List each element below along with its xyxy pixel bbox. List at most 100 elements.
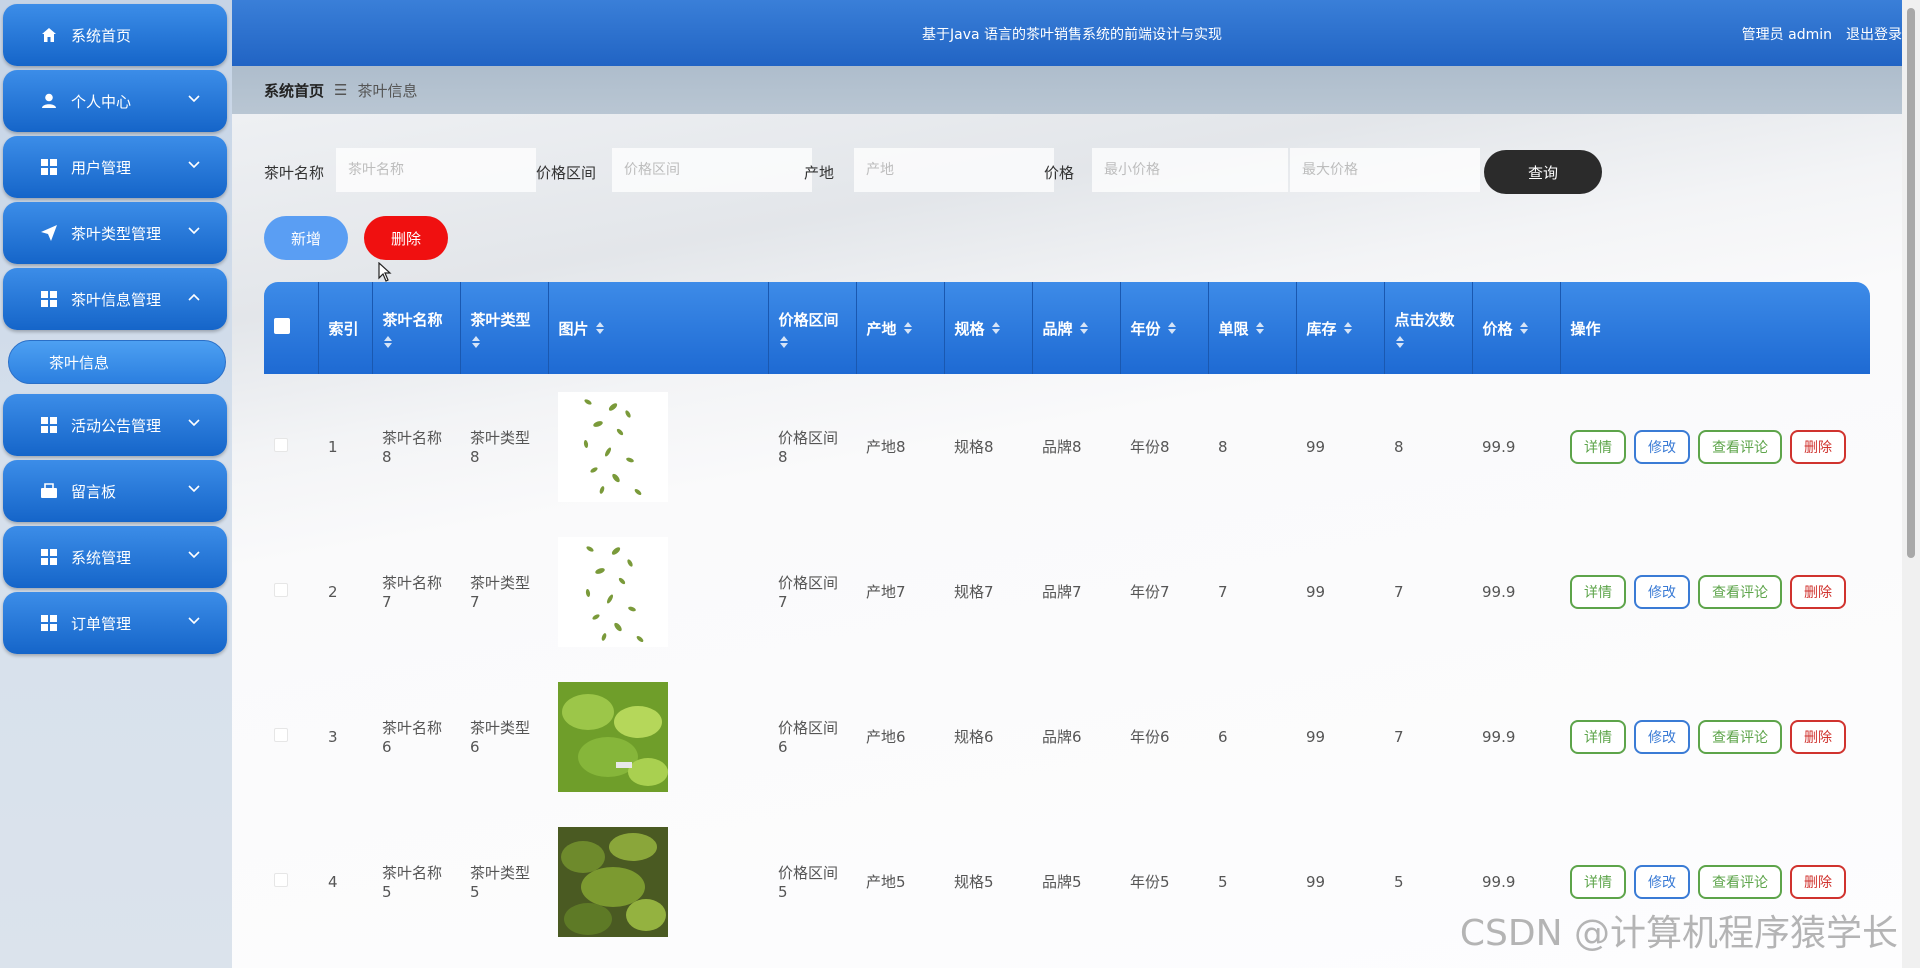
cell-range: 价格区间8 (778, 429, 839, 466)
row-checkbox[interactable] (274, 437, 288, 452)
sort-icon[interactable] (1343, 322, 1353, 334)
view-reviews-button[interactable]: 查看评论 (1698, 574, 1782, 609)
cell-year: 年份6 (1130, 728, 1170, 746)
query-button[interactable]: 查询 (1484, 150, 1602, 194)
tea-leaves-image (558, 391, 668, 502)
max-price-input[interactable] (1290, 148, 1480, 192)
sort-icon[interactable] (1395, 335, 1405, 348)
edit-button[interactable]: 修改 (1634, 574, 1690, 609)
scrollbar-thumb[interactable] (1907, 8, 1915, 558)
grid-icon (39, 613, 59, 633)
sort-icon[interactable] (1255, 322, 1265, 334)
col-name[interactable]: 茶叶名称 (372, 282, 461, 374)
cell-range: 价格区间5 (778, 864, 839, 901)
col-label: 图片 (558, 319, 589, 338)
menu-item-profile[interactable]: 个人中心 (3, 70, 227, 132)
tea-name-input[interactable] (336, 148, 536, 192)
breadcrumb-home[interactable]: 系统首页 (264, 80, 324, 101)
cell-name: 茶叶名称6 (382, 719, 443, 756)
select-all-checkbox[interactable] (274, 318, 290, 334)
page-scrollbar[interactable] (1902, 0, 1920, 968)
cell-price: 99.9 (1482, 437, 1516, 456)
col-image[interactable]: 图片 (548, 282, 769, 374)
price-label: 价格 (1044, 164, 1075, 182)
menu-item-home[interactable]: 系统首页 (3, 4, 227, 66)
col-price[interactable]: 价格 (1472, 282, 1561, 374)
detail-button[interactable]: 详情 (1570, 574, 1626, 609)
grid-icon (39, 547, 59, 567)
delete-button[interactable]: 删除 (1790, 864, 1846, 899)
sort-icon[interactable] (1167, 322, 1177, 334)
delete-button[interactable]: 删除 (1790, 574, 1846, 609)
col-clicks[interactable]: 点击次数 (1384, 282, 1473, 374)
min-price-input[interactable] (1092, 148, 1288, 192)
menu-item-system[interactable]: 系统管理 (3, 526, 227, 588)
sort-icon[interactable] (383, 335, 393, 348)
delete-button[interactable]: 删除 (1790, 719, 1846, 754)
col-range[interactable]: 价格区间 (768, 282, 857, 374)
sort-icon[interactable] (1519, 322, 1529, 334)
origin-input[interactable] (854, 148, 1054, 192)
detail-button[interactable]: 详情 (1570, 429, 1626, 464)
col-label: 点击次数 (1394, 310, 1455, 329)
sort-icon[interactable] (991, 322, 1001, 334)
view-reviews-button[interactable]: 查看评论 (1698, 719, 1782, 754)
row-select-cell (264, 664, 318, 809)
cell-year: 年份8 (1130, 438, 1170, 456)
col-brand[interactable]: 品牌 (1032, 282, 1121, 374)
edit-button[interactable]: 修改 (1634, 429, 1690, 464)
cell-stock: 99 (1306, 437, 1326, 456)
cell-index: 4 (328, 872, 338, 891)
detail-button[interactable]: 详情 (1570, 864, 1626, 899)
cell-ops: 详情 修改 查看评论 删除 (1560, 664, 1870, 809)
col-label: 品牌 (1042, 319, 1073, 338)
cell-type: 茶叶类型5 (470, 864, 531, 901)
col-spec[interactable]: 规格 (944, 282, 1033, 374)
sort-icon[interactable] (1079, 322, 1089, 334)
menu-item-tea-type[interactable]: 茶叶类型管理 (3, 202, 227, 264)
breadcrumb-separator: ☰ (334, 81, 348, 99)
col-limit[interactable]: 单限 (1208, 282, 1297, 374)
col-label: 单限 (1218, 319, 1249, 338)
menu-item-orders[interactable]: 订单管理 (3, 592, 227, 654)
price-range-input[interactable] (612, 148, 812, 192)
menu-item-users[interactable]: 用户管理 (3, 136, 227, 198)
sort-icon[interactable] (471, 335, 481, 348)
watermark: CSDN @计算机程序猿学长 (1459, 913, 1898, 954)
col-index: 索引 (318, 282, 373, 374)
row-checkbox[interactable] (274, 582, 288, 597)
submenu-item-tea-info[interactable]: 茶叶信息 (8, 340, 226, 384)
top-header: 基于Java 语言的茶叶销售系统的前端设计与实现 管理员 admin 退出登录 (232, 0, 1902, 66)
cell-range: 价格区间7 (778, 574, 839, 611)
cell-name: 茶叶名称7 (382, 574, 443, 611)
col-year[interactable]: 年份 (1120, 282, 1209, 374)
view-reviews-button[interactable]: 查看评论 (1698, 429, 1782, 464)
delete-button[interactable]: 删除 (1790, 429, 1846, 464)
col-origin[interactable]: 产地 (856, 282, 945, 374)
edit-button[interactable]: 修改 (1634, 864, 1690, 899)
grid-icon (39, 157, 59, 177)
col-stock[interactable]: 库存 (1296, 282, 1385, 374)
logout-link[interactable]: 退出登录 (1846, 24, 1902, 44)
batch-delete-button[interactable]: 删除 (364, 216, 448, 260)
main-content: 茶叶名称 价格区间 产地 价格 查询 新增 删除 索引 茶叶名称 茶叶类型 图片… (232, 114, 1902, 968)
menu-item-tea-info[interactable]: 茶叶信息管理 (3, 268, 227, 330)
view-reviews-button[interactable]: 查看评论 (1698, 864, 1782, 899)
table-row: 3 茶叶名称6 茶叶类型6 价格区间6 产地6 规格6 品牌6 年份6 6 99… (264, 664, 1870, 809)
add-button[interactable]: 新增 (264, 216, 348, 260)
row-checkbox[interactable] (274, 872, 288, 887)
row-checkbox[interactable] (274, 727, 288, 742)
menu-item-announcement[interactable]: 活动公告管理 (3, 394, 227, 456)
grid-icon (39, 289, 59, 309)
edit-button[interactable]: 修改 (1634, 719, 1690, 754)
cell-stock: 99 (1306, 872, 1326, 891)
sort-icon[interactable] (595, 322, 605, 334)
sort-icon[interactable] (903, 322, 913, 334)
row-select-cell (264, 374, 318, 519)
sort-icon[interactable] (779, 335, 789, 348)
breadcrumb-current: 茶叶信息 (357, 81, 418, 100)
menu-item-message-board[interactable]: 留言板 (3, 460, 227, 522)
col-type[interactable]: 茶叶类型 (460, 282, 549, 374)
cell-image (548, 374, 768, 519)
detail-button[interactable]: 详情 (1570, 719, 1626, 754)
